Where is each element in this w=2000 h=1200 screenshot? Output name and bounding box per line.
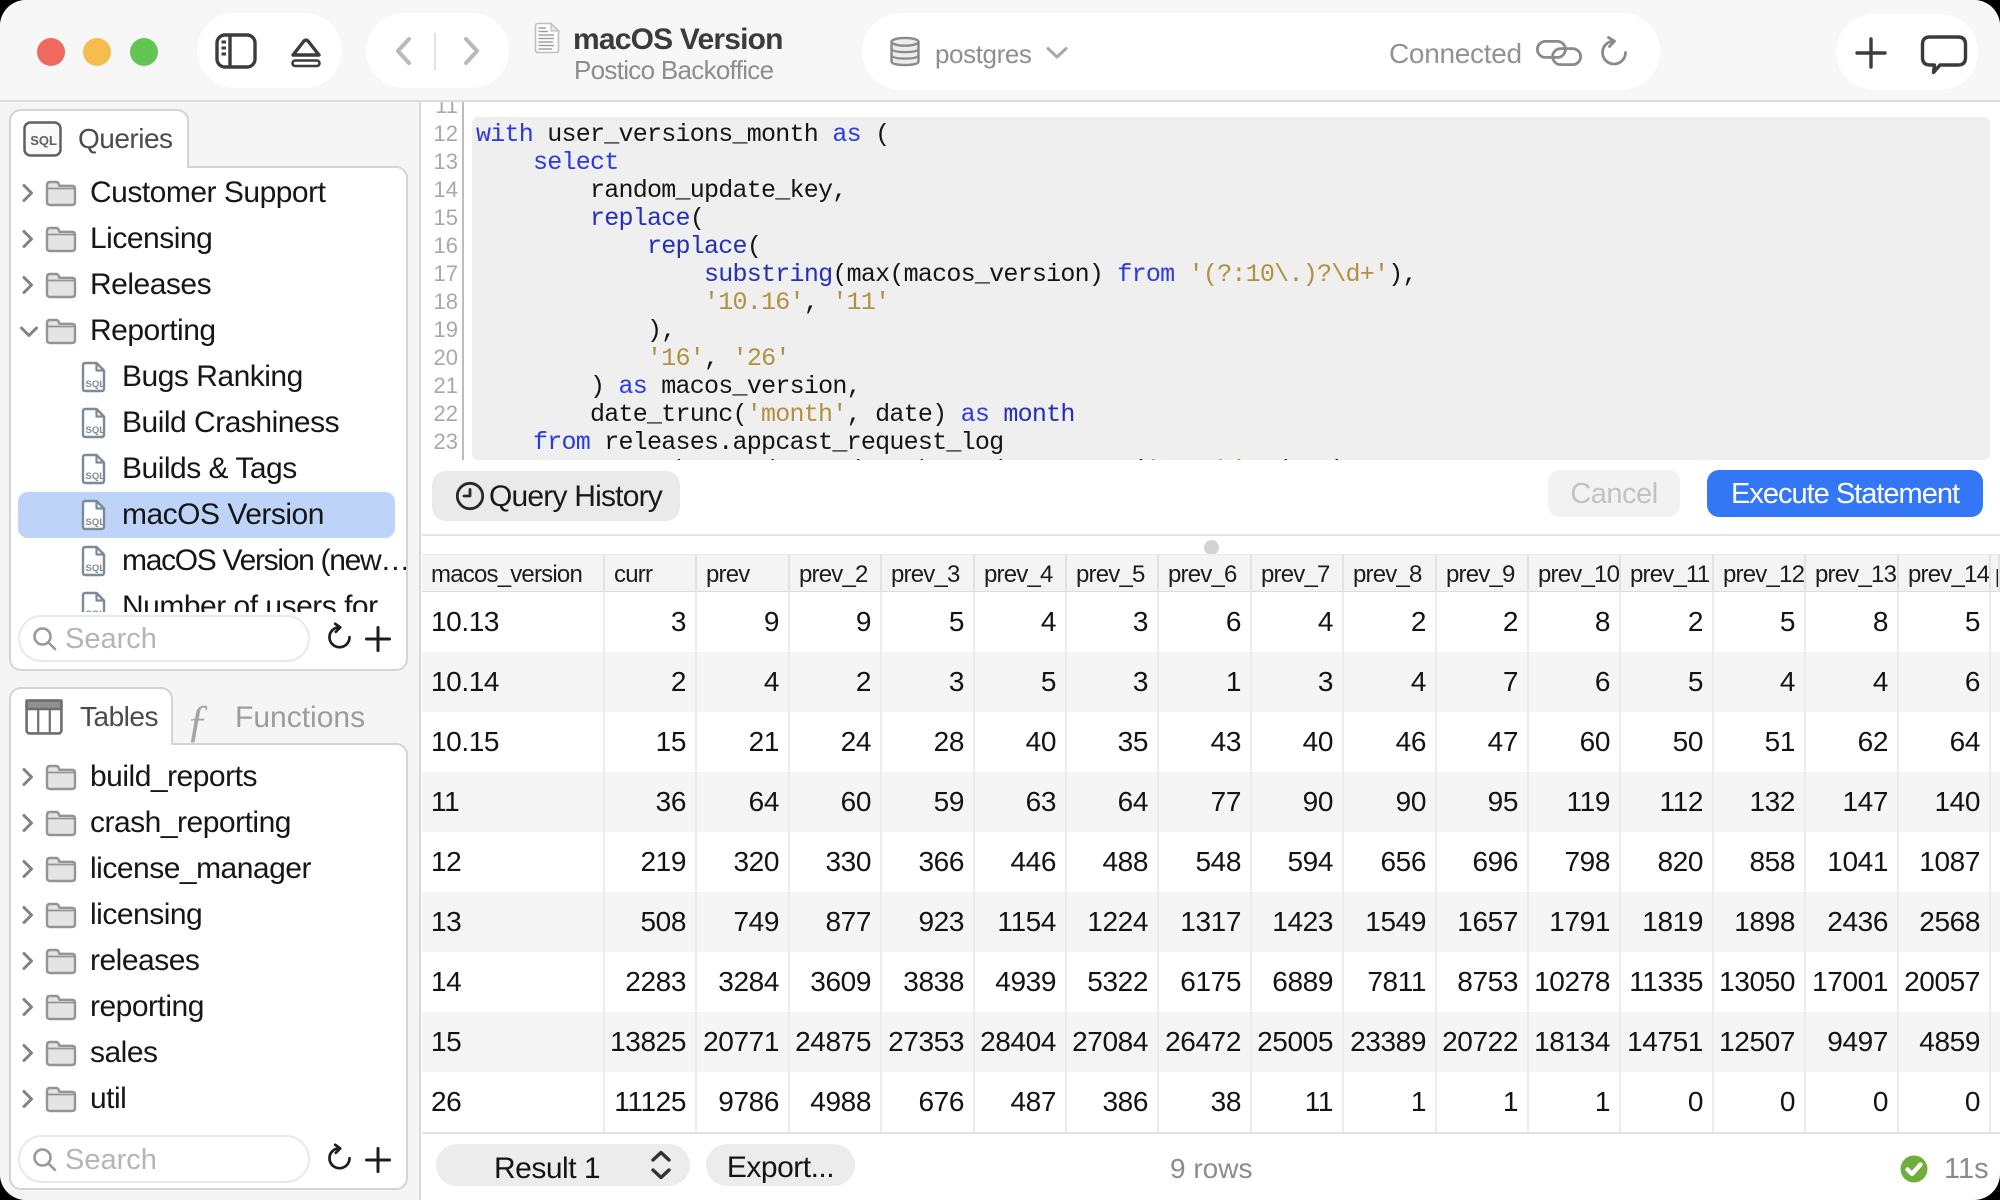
- svg-text:SQL: SQL: [86, 379, 106, 390]
- svg-text:SQL: SQL: [86, 425, 106, 436]
- svg-text:SQL: SQL: [30, 133, 57, 148]
- svg-text:SQL: SQL: [86, 517, 106, 528]
- svg-text:SQL: SQL: [86, 563, 106, 574]
- svg-text:SQL: SQL: [86, 471, 106, 482]
- svg-text:SQL: SQL: [86, 609, 106, 612]
